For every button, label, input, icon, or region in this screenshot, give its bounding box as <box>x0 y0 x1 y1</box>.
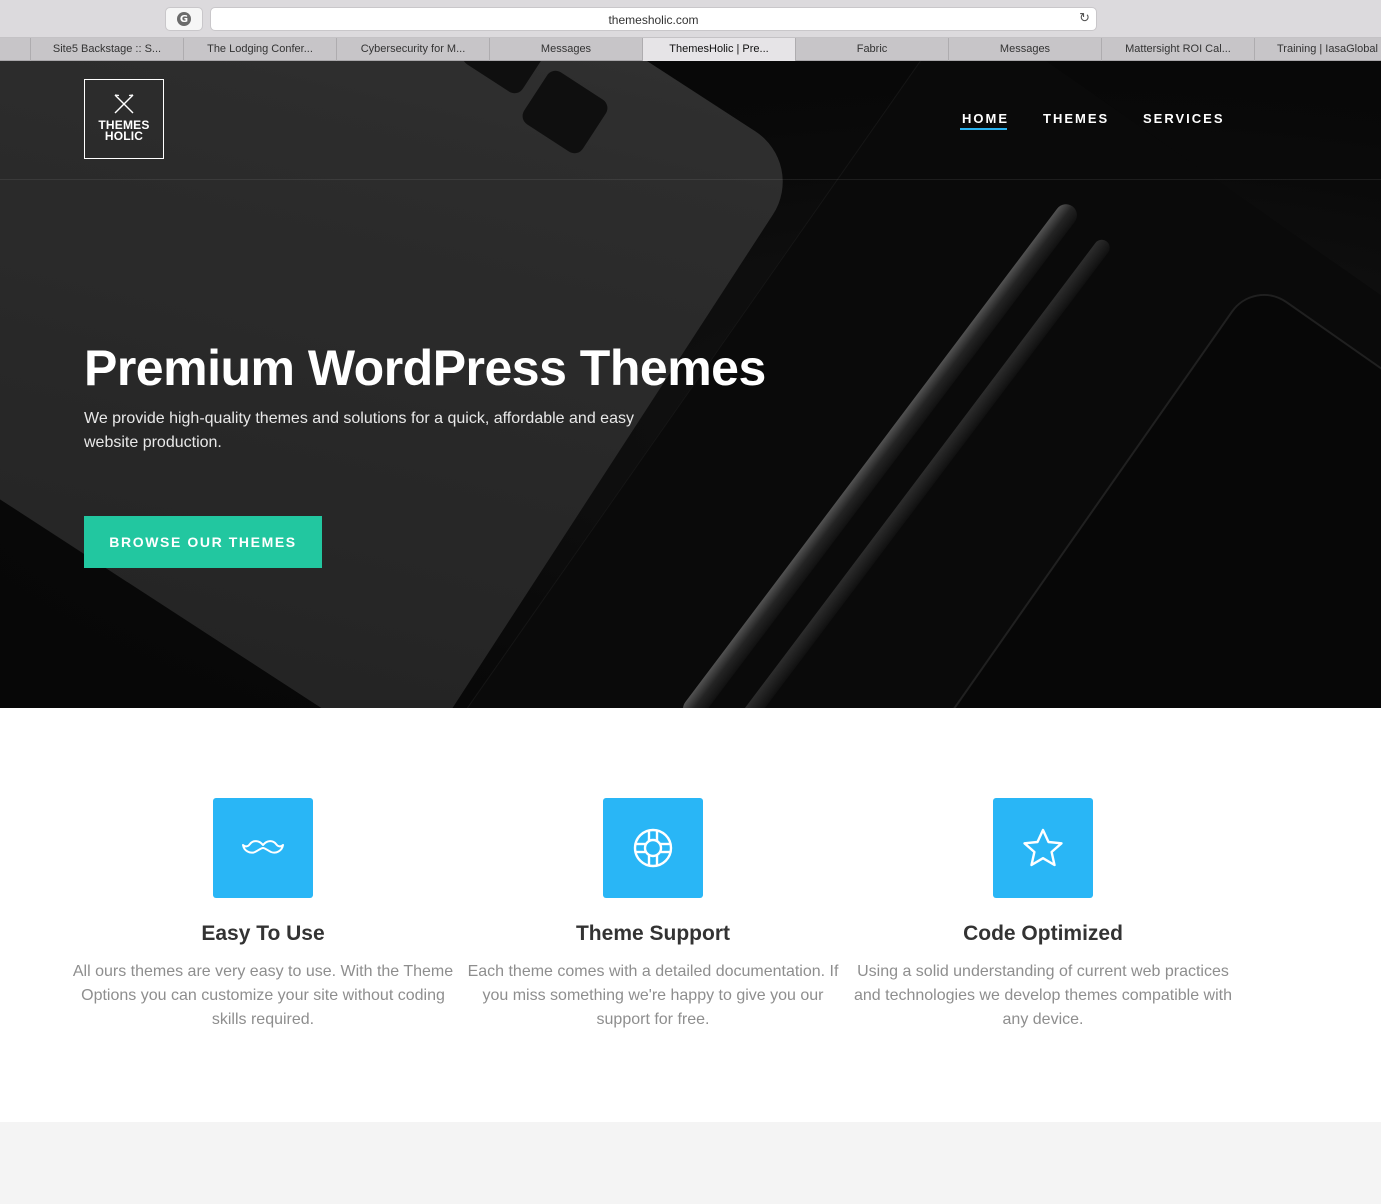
grammarly-extension-button[interactable]: G <box>165 7 203 31</box>
browser-tab[interactable]: Cybersecurity for M... <box>337 38 490 61</box>
reload-icon[interactable]: ↻ <box>1079 11 1090 26</box>
feature-description: Each theme comes with a detailed documen… <box>467 963 839 1028</box>
tab-bar-spacer <box>0 38 31 61</box>
browser-tab[interactable]: Messages <box>490 38 643 61</box>
nav-active-indicator <box>960 128 1007 130</box>
address-bar[interactable]: themesholic.com ↻ <box>210 7 1097 31</box>
lifebuoy-icon <box>603 798 703 898</box>
browser-tab-active[interactable]: ThemesHolic | Pre... <box>643 38 796 61</box>
feature-title: Code Optimized <box>963 922 1123 945</box>
url-text: themesholic.com <box>608 13 699 27</box>
browse-themes-button[interactable]: BROWSE OUR THEMES <box>84 516 322 568</box>
browser-toolbar: G themesholic.com ↻ <box>0 0 1381 38</box>
browser-tab[interactable]: The Lodging Confer... <box>184 38 337 61</box>
feature-title: Theme Support <box>575 922 730 945</box>
browser-tab[interactable]: Site5 Backstage :: S... <box>31 38 184 61</box>
browser-tab[interactable]: Mattersight ROI Cal... <box>1102 38 1255 61</box>
feature-easy-to-use: Easy To Use All ours themes are very eas… <box>68 798 458 1032</box>
feature-description: Using a solid understanding of current w… <box>853 963 1232 1028</box>
browser-tab[interactable]: Fabric <box>796 38 949 61</box>
footer-area <box>0 1122 1381 1204</box>
mustache-icon <box>213 798 313 898</box>
browser-tab[interactable]: Training | IasaGlobal <box>1255 38 1381 61</box>
feature-theme-support: Theme Support Each theme comes with a de… <box>458 798 848 1032</box>
header-divider <box>0 179 1381 180</box>
star-icon <box>993 798 1093 898</box>
logo-line-2: HOLIC <box>104 129 144 143</box>
features-section: Easy To Use All ours themes are very eas… <box>0 708 1381 1122</box>
nav-themes-link[interactable]: THEMES <box>1043 111 1109 126</box>
feature-description: All ours themes are very easy to use. Wi… <box>72 963 454 1028</box>
browser-tab[interactable]: Messages <box>949 38 1102 61</box>
feature-code-optimized: Code Optimized Using a solid understandi… <box>848 798 1238 1032</box>
crossed-arrows-icon <box>114 94 134 114</box>
feature-title: Easy To Use <box>201 922 325 945</box>
nav-services-link[interactable]: SERVICES <box>1143 111 1225 126</box>
browser-tab-bar: Site5 Backstage :: S... The Lodging Conf… <box>0 38 1381 61</box>
nav-home-link[interactable]: HOME <box>962 111 1009 126</box>
hero-subtitle: We provide high-quality themes and solut… <box>84 410 634 451</box>
site-logo[interactable]: THEMES HOLIC <box>84 79 164 159</box>
hero-section: THEMES HOLIC HOME THEMES SERVICES Premiu… <box>0 61 1381 708</box>
logo-text: THEMES HOLIC <box>98 119 149 143</box>
grammarly-icon: G <box>177 12 191 26</box>
hero-title: Premium WordPress Themes <box>84 340 766 396</box>
